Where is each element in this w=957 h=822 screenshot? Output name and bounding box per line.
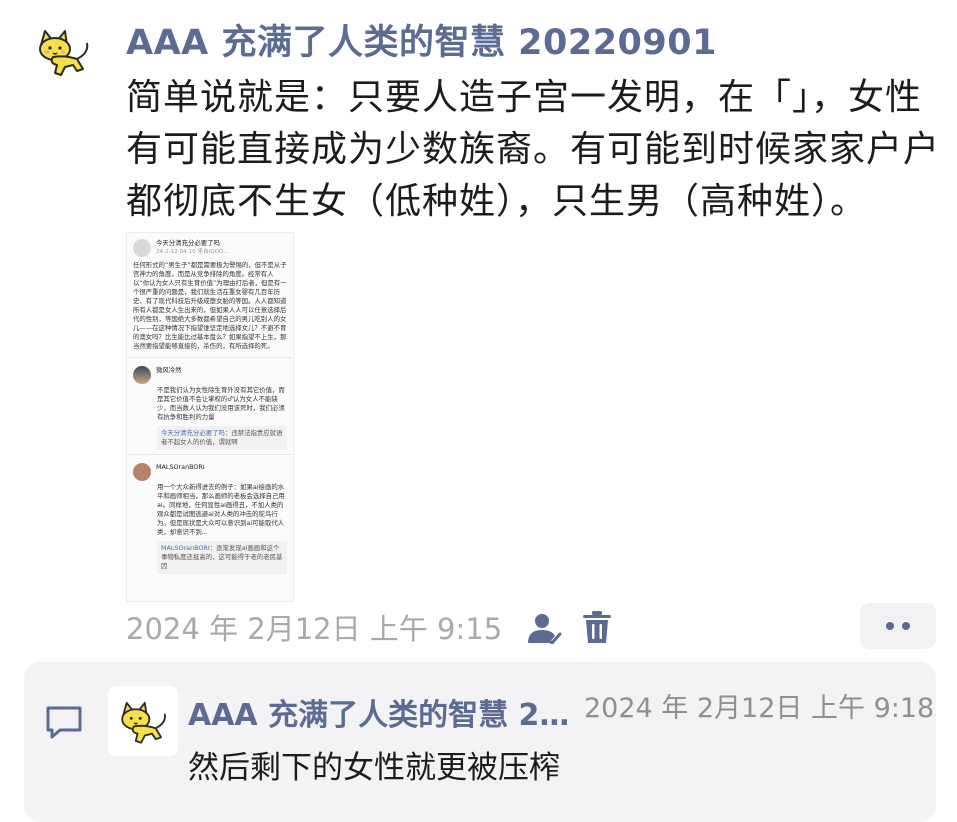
yellow-cat-icon (39, 30, 89, 76)
embed-post-username: 今天分清充分必要了吗 (156, 239, 220, 247)
embed-quote-user: MALSOranBORI (161, 544, 210, 552)
embed-reply1-header: 微风冷然 (127, 360, 293, 386)
embed-divider (127, 454, 293, 455)
post-content-text: 简单说就是：只要人造子宫一发明，在「」，女性有可能直接成为少数族裔。有可能到时候… (126, 77, 941, 222)
embed-avatar (133, 366, 151, 384)
more-options-button[interactable] (860, 603, 936, 649)
embed-reply2-username: MALSOranBORI (156, 463, 205, 471)
delete-button[interactable] (582, 610, 612, 644)
embed-reply1-text: 不是我们认为女性除生育外没有其它价值，而是其它价值不会让掌权的♂认为女人不能缺少… (157, 386, 285, 421)
visibility-button[interactable] (526, 612, 562, 644)
comments-section-indicator (44, 704, 84, 740)
yellow-cat-icon (121, 701, 166, 744)
comment-bubble-icon (46, 706, 82, 739)
comment-text: 然后剩下的女性就更被压榨 (188, 750, 560, 786)
more-dots-icon (886, 622, 894, 630)
embed-reply1-username: 微风冷然 (156, 366, 182, 374)
embed-avatar (133, 463, 151, 481)
post-author-name[interactable]: AAA 充满了人类的智慧 20220901 (126, 14, 717, 65)
post-timestamp: 2024 年 2月12日 上午 9:15 (126, 612, 503, 646)
user-visibility-icon (528, 614, 562, 644)
embed-reply2-text: 用一个大众新得进去的例子：如果ai绘画的水平和画师相当，那么画师的老板会选择自己… (157, 483, 285, 536)
comment-timestamp: 2024 年 2月12日 上午 9:18 (584, 693, 935, 724)
comment-author-name[interactable]: AAA 充满了人类的智慧 20220901 (188, 690, 578, 734)
embed-divider (127, 357, 293, 358)
embed-reply1-quote: 今天分清充分必要了吗：违禁法指责应就语者不起女人的价值，谓就啊 (157, 426, 287, 450)
embed-reply2-header: MALSOranBORI (127, 457, 293, 483)
embed-post-header: 今天分清充分必要了吗 24-2-12 04:10 来自iQOO... (127, 233, 293, 259)
embed-post-meta: 24-2-12 04:10 来自iQOO... (156, 249, 229, 255)
more-dots-icon (902, 622, 910, 630)
post-attached-image[interactable]: 今天分清充分必要了吗 24-2-12 04:10 来自iQOO... 任何形式的… (126, 232, 294, 602)
comment-avatar[interactable] (108, 686, 178, 756)
post-avatar[interactable] (28, 16, 98, 86)
embed-post-text: 任何形式的“男生子”都是需要极为警惕的，但不是从子宫神力的角度，而是从竞争排除的… (133, 261, 287, 350)
embed-avatar (133, 239, 151, 257)
embed-quote-user: 今天分清充分必要了吗 (161, 429, 225, 437)
embed-reply2-quote: MALSOranBORI：逐渐发现ai画画和这个事物私度还挺高的，这可能得于老的… (157, 541, 287, 574)
trash-icon (583, 611, 611, 643)
